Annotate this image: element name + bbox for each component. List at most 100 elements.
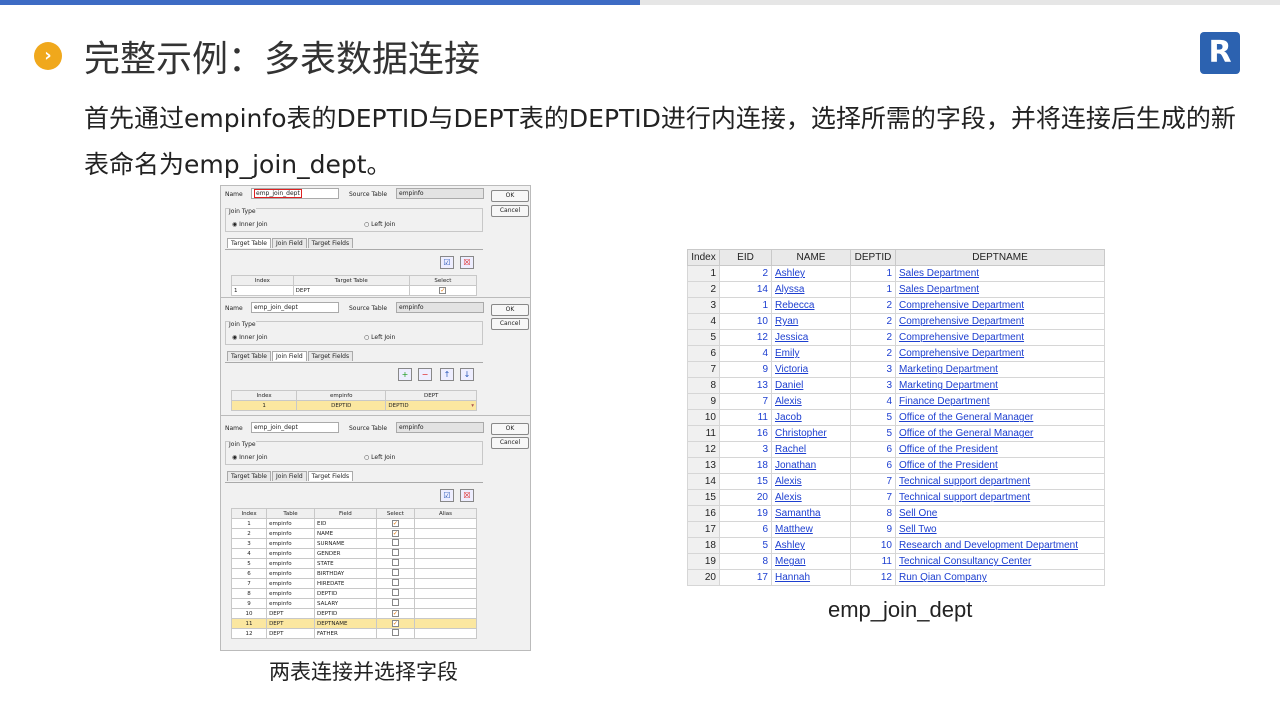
name-link[interactable]: Alexis [771, 489, 851, 506]
select-cell[interactable]: ✓ [375, 528, 416, 539]
name-link[interactable]: Megan [771, 553, 851, 570]
table-row[interactable]: 1 DEPT ✓ [231, 285, 478, 296]
name-link[interactable]: Ashley [771, 265, 851, 282]
tab-join-field[interactable]: Join Field [272, 471, 307, 481]
name-link[interactable]: Alexis [771, 473, 851, 490]
uncheck-all-icon[interactable]: ☒ [460, 256, 474, 269]
checkbox-unchecked[interactable] [391, 579, 399, 586]
select-cell[interactable] [375, 558, 416, 569]
left-join-radio[interactable]: ○ Left Join [364, 454, 395, 461]
select-cell[interactable] [375, 598, 416, 609]
name-link[interactable]: Matthew [771, 521, 851, 538]
deptname-link[interactable]: Sell One [895, 505, 1105, 522]
checkbox-unchecked[interactable] [391, 559, 399, 566]
tab-target-table[interactable]: Target Table [227, 351, 271, 361]
inner-join-radio[interactable]: ◉ Inner Join [232, 221, 268, 228]
table-row[interactable]: 1 empinfo EID ✓ [230, 518, 477, 529]
checkbox-unchecked[interactable] [391, 629, 399, 636]
table-row[interactable]: 5 empinfo STATE [230, 558, 477, 569]
tab-target-table[interactable]: Target Table [227, 471, 271, 481]
select-cell[interactable]: ✓ [408, 285, 478, 296]
name-link[interactable]: Alyssa [771, 281, 851, 298]
alias-cell[interactable] [414, 548, 477, 559]
select-cell[interactable] [375, 538, 416, 549]
alias-cell[interactable] [414, 558, 477, 569]
tab-join-field[interactable]: Join Field [272, 351, 307, 361]
uncheck-all-icon[interactable]: ☒ [460, 489, 474, 502]
name-link[interactable]: Alexis [771, 393, 851, 410]
alias-cell[interactable] [414, 578, 477, 589]
table-row[interactable]: 8 empinfo DEPTID [230, 588, 477, 599]
deptname-link[interactable]: Marketing Department [895, 361, 1105, 378]
name-input[interactable]: emp_join_dept [251, 422, 339, 433]
deptname-link[interactable]: Research and Development Department [895, 537, 1105, 554]
name-link[interactable]: Ryan [771, 313, 851, 330]
name-link[interactable]: Rachel [771, 441, 851, 458]
deptname-link[interactable]: Finance Department [895, 393, 1105, 410]
name-link[interactable]: Christopher [771, 425, 851, 442]
deptname-link[interactable]: Sales Department [895, 281, 1105, 298]
checkbox-checked[interactable]: ✓ [439, 287, 447, 294]
table-row[interactable]: 11 DEPT DEPTNAME ✓ [230, 618, 477, 629]
remove-icon[interactable]: − [418, 368, 432, 381]
deptname-link[interactable]: Office of the General Manager [895, 425, 1105, 442]
select-cell[interactable]: ✓ [375, 618, 416, 629]
alias-cell[interactable] [414, 528, 477, 539]
deptname-link[interactable]: Run Qian Company [895, 569, 1105, 586]
alias-cell[interactable] [414, 598, 477, 609]
table-row[interactable]: 12 DEPT FATHER [230, 628, 477, 639]
select-cell[interactable] [375, 548, 416, 559]
checkbox-unchecked[interactable] [391, 549, 399, 556]
name-link[interactable]: Daniel [771, 377, 851, 394]
left-join-radio[interactable]: ○ Left Join [364, 221, 395, 228]
name-link[interactable]: Ashley [771, 537, 851, 554]
select-cell[interactable] [375, 568, 416, 579]
deptname-link[interactable]: Office of the President [895, 457, 1105, 474]
table-row[interactable]: 7 empinfo HIREDATE [230, 578, 477, 589]
select-cell[interactable] [375, 578, 416, 589]
checkbox-unchecked[interactable] [391, 569, 399, 576]
select-cell[interactable]: ✓ [375, 518, 416, 529]
ok-button[interactable]: OK [491, 304, 529, 316]
inner-join-radio[interactable]: ◉ Inner Join [232, 454, 268, 461]
name-link[interactable]: Rebecca [771, 297, 851, 314]
alias-cell[interactable] [414, 628, 477, 639]
checkbox-checked[interactable]: ✓ [391, 530, 399, 537]
inner-join-radio[interactable]: ◉ Inner Join [232, 334, 268, 341]
name-link[interactable]: Jessica [771, 329, 851, 346]
table-row[interactable]: 4 empinfo GENDER [230, 548, 477, 559]
checkbox-checked[interactable]: ✓ [391, 610, 399, 617]
deptname-link[interactable]: Comprehensive Department [895, 345, 1105, 362]
add-icon[interactable]: + [398, 368, 412, 381]
name-link[interactable]: Hannah [771, 569, 851, 586]
name-input[interactable]: emp_join_dept [251, 188, 339, 199]
deptname-link[interactable]: Sales Department [895, 265, 1105, 282]
table-row[interactable]: 2 empinfo NAME ✓ [230, 528, 477, 539]
dept-field-select[interactable]: DEPTID ▾ [385, 400, 477, 411]
tab-target-table[interactable]: Target Table [227, 238, 271, 248]
ok-button[interactable]: OK [491, 190, 529, 202]
alias-cell[interactable] [414, 538, 477, 549]
select-cell[interactable]: ✓ [375, 608, 416, 619]
name-link[interactable]: Jonathan [771, 457, 851, 474]
deptname-link[interactable]: Comprehensive Department [895, 329, 1105, 346]
deptname-link[interactable]: Sell Two [895, 521, 1105, 538]
name-input[interactable]: emp_join_dept [251, 302, 339, 313]
deptname-link[interactable]: Technical support department [895, 489, 1105, 506]
cancel-button[interactable]: Cancel [491, 205, 529, 217]
tab-join-field[interactable]: Join Field [272, 238, 307, 248]
deptname-link[interactable]: Technical Consultancy Center [895, 553, 1105, 570]
ok-button[interactable]: OK [491, 423, 529, 435]
deptname-link[interactable]: Marketing Department [895, 377, 1105, 394]
alias-cell[interactable] [414, 608, 477, 619]
check-all-icon[interactable]: ☑ [440, 489, 454, 502]
checkbox-unchecked[interactable] [391, 539, 399, 546]
deptname-link[interactable]: Technical support department [895, 473, 1105, 490]
tab-target-fields[interactable]: Target Fields [307, 351, 354, 361]
checkbox-checked[interactable]: ✓ [391, 520, 399, 527]
table-row[interactable]: 9 empinfo SALARY [230, 598, 477, 609]
select-cell[interactable] [375, 628, 416, 639]
arrow-down-icon[interactable]: ↓ [460, 368, 474, 381]
name-link[interactable]: Samantha [771, 505, 851, 522]
checkbox-unchecked[interactable] [391, 599, 399, 606]
